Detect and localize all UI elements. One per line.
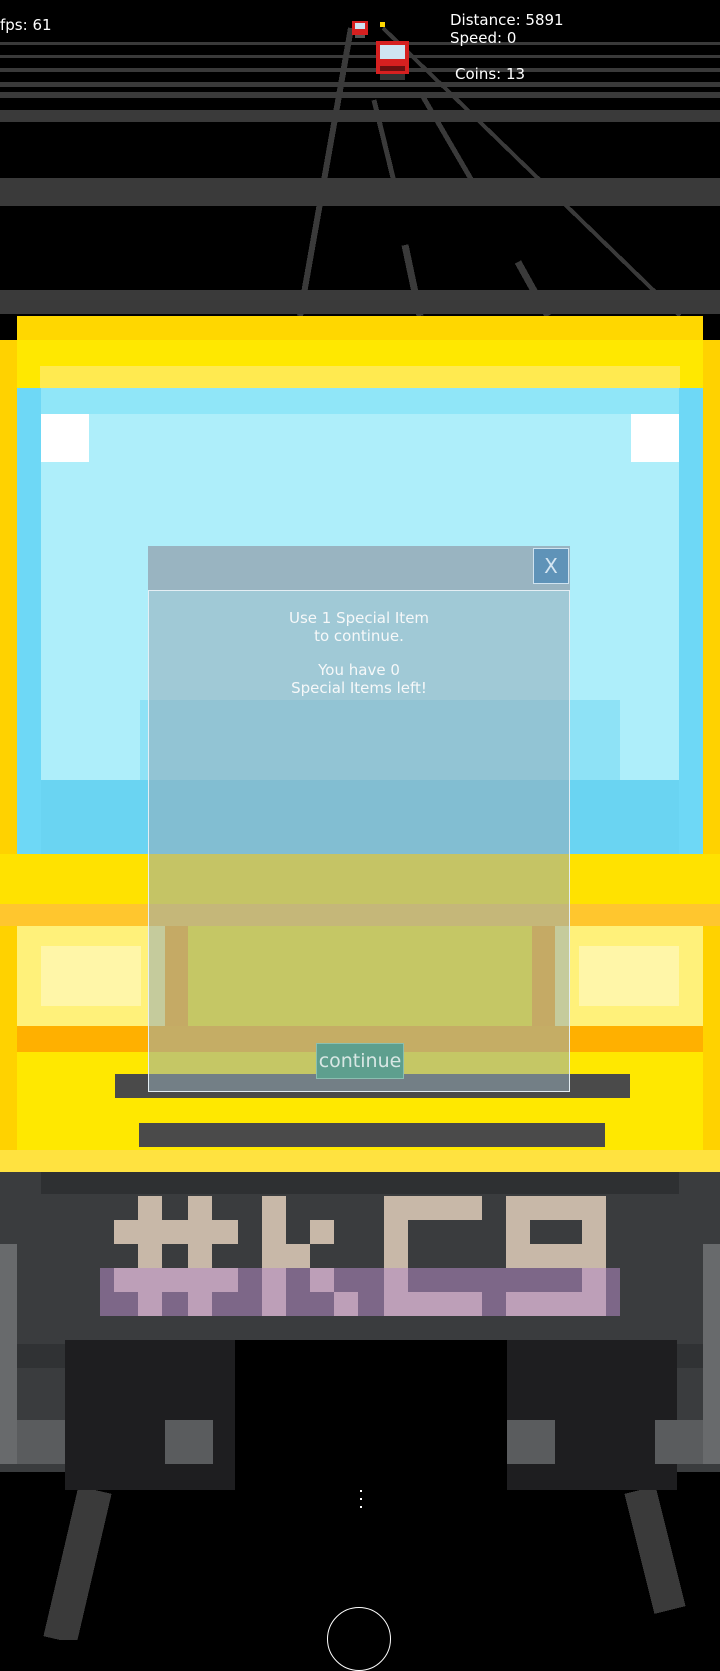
tire-right — [507, 1340, 677, 1490]
touch-control-ring[interactable] — [327, 1607, 391, 1671]
continue-button[interactable]: continue — [316, 1043, 404, 1079]
dialog-message-line: Use 1 Special Item — [288, 609, 430, 627]
fps-counter: fps: 61 — [0, 16, 52, 34]
dialog-header: X — [148, 546, 570, 590]
dialog-message-line: You have 0 — [318, 661, 400, 679]
distant-coin — [380, 22, 385, 27]
close-button[interactable]: X — [533, 548, 569, 584]
tap-indicator — [360, 1490, 362, 1508]
coins-counter: Coins: 13 — [455, 65, 526, 83]
dialog-message-line: Special Items left! — [291, 679, 427, 697]
speed-readout: Speed: 0 — [450, 29, 517, 47]
distant-bus-red — [376, 41, 409, 80]
dialog-body: Use 1 Special Item to continue. You have… — [148, 590, 570, 1092]
dialog-message-line: to continue. — [314, 627, 404, 645]
tire-left — [65, 1340, 235, 1490]
continue-dialog: X Use 1 Special Item to continue. You ha… — [148, 546, 570, 1092]
distance-readout: Distance: 5891 — [450, 11, 564, 29]
